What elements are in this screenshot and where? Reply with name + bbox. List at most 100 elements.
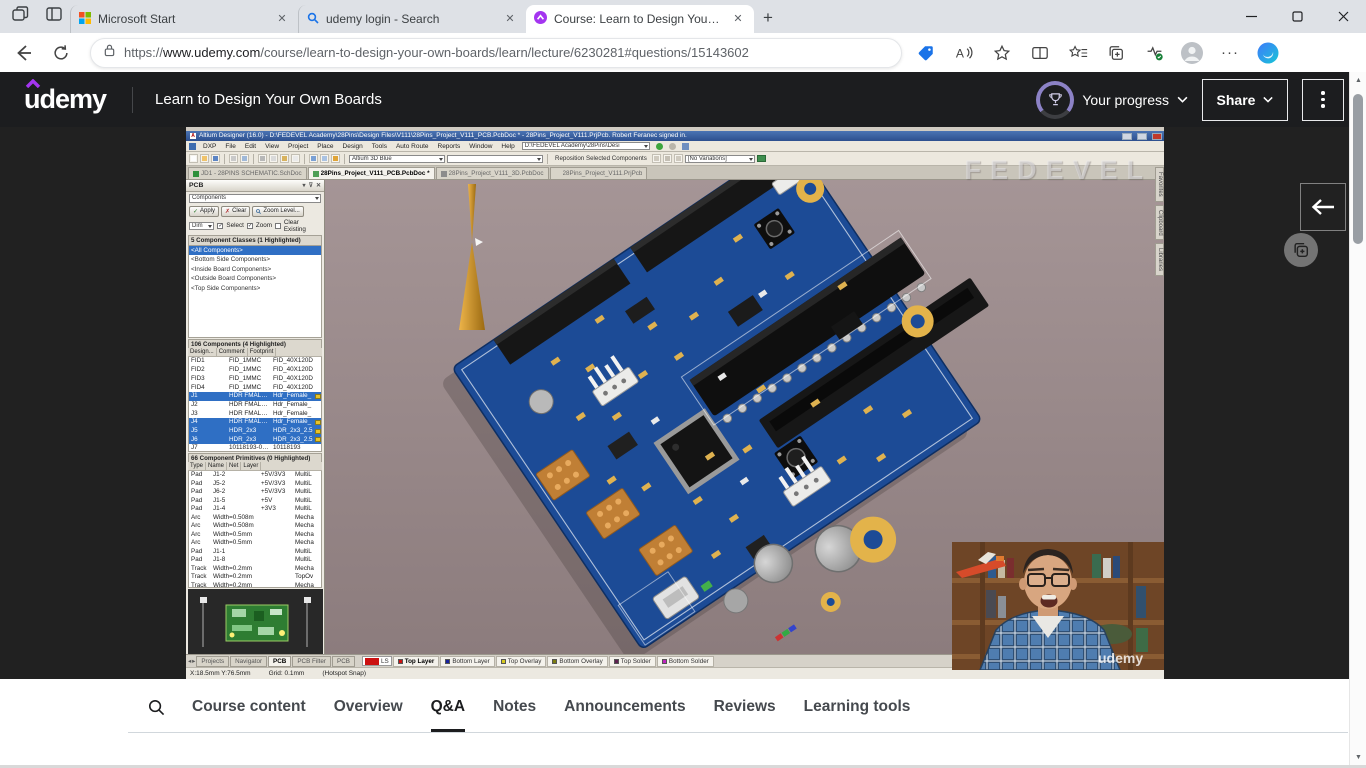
workspace-panel-tab[interactable]: Navigator — [230, 656, 267, 667]
zoom-level-button[interactable]: Zoom Level... — [252, 206, 303, 217]
shopping-tag-icon[interactable] — [912, 39, 940, 67]
pcb-panel-header[interactable]: PCB ▾ ⊽ ✕ — [186, 180, 324, 192]
close-button[interactable] — [1320, 0, 1366, 33]
column-header[interactable]: Comment — [217, 348, 248, 356]
profile-avatar[interactable] — [1178, 39, 1206, 67]
menu-item[interactable]: View — [264, 143, 280, 150]
minimize-button[interactable] — [1228, 0, 1274, 33]
recent-path-combo[interactable]: D:\FEDEVEL Academy\28Pins\Desi — [522, 142, 650, 150]
select-checkbox[interactable]: ✓ — [217, 223, 223, 229]
component-row[interactable]: FID1FID_1MMCFID_40X120D — [189, 357, 321, 366]
right-panel-tab[interactable]: Favorites — [1155, 167, 1164, 202]
column-header[interactable]: Name — [206, 462, 227, 470]
component-row[interactable]: J4HDR FMALE 1Hdr_Female_ — [189, 418, 321, 427]
settings-more-icon[interactable]: ··· — [1216, 39, 1244, 67]
course-nav-tab[interactable]: Q&A — [417, 679, 479, 732]
video-player[interactable]: A Altium Designer (16.0) - D:\FEDEVEL Ac… — [0, 127, 1366, 679]
component-row[interactable]: J3HDR FMALE 1Hdr_Female_ — [189, 410, 321, 419]
primitive-row[interactable]: PadJ5-2+5V/3V3MultiL — [189, 480, 321, 489]
layer-set-chip[interactable]: LS — [362, 656, 392, 666]
document-tab[interactable]: JD1 - 28PINS SCHEMATIC.SchDoc — [188, 167, 307, 179]
primitive-row[interactable]: TrackWidth=0.2mmMecha — [189, 565, 321, 574]
workspace-panel-tab[interactable]: Projects — [196, 656, 229, 667]
filter-combo[interactable] — [447, 155, 543, 163]
browser-tab-microsoft-start[interactable]: Microsoft Start ✕ — [70, 5, 298, 33]
primitive-row[interactable]: PadJ6-2+5V/3V3MultiL — [189, 488, 321, 497]
menu-item[interactable]: Project — [287, 143, 309, 150]
clear-existing-checkbox[interactable] — [275, 223, 281, 229]
split-screen-icon[interactable] — [1026, 39, 1054, 67]
scroll-down-icon[interactable]: ▼ — [1350, 754, 1366, 761]
maximize-button[interactable] — [1274, 0, 1320, 33]
your-progress-menu[interactable]: Your progress — [1036, 81, 1188, 119]
component-row[interactable]: FID2FID_1MMCFID_40X120D — [189, 366, 321, 375]
favorite-star-icon[interactable] — [988, 39, 1016, 67]
layer-tab[interactable]: Top Solder — [609, 656, 656, 667]
primitive-row[interactable]: TrackWidth=0.2mmMecha — [189, 582, 321, 588]
component-class-item[interactable]: <Top Side Components> — [189, 284, 321, 294]
primitive-row[interactable]: ArcWidth=0.5mmMecha — [189, 539, 321, 548]
scroll-right-icon[interactable]: ▸ — [192, 658, 195, 665]
new-tab-button[interactable]: + — [754, 5, 782, 33]
expand-course-content-button[interactable] — [1300, 183, 1346, 231]
browser-tab-udemy-login-search[interactable]: udemy login - Search ✕ — [298, 5, 526, 33]
panel-pin-icon[interactable]: ⊽ — [309, 182, 313, 189]
scroll-left-icon[interactable]: ◂ — [188, 658, 191, 665]
component-row[interactable]: J1HDR FMALE 1Hdr_Female_ — [189, 392, 321, 401]
column-header[interactable]: Footprint — [248, 348, 277, 356]
back-icon[interactable] — [8, 38, 38, 68]
primitive-row[interactable]: PadJ1-1MultiL — [189, 548, 321, 557]
component-row[interactable]: J5HDR_2x3HDR_2x3_2.5 — [189, 427, 321, 436]
component-class-item[interactable]: <Inside Board Components> — [189, 265, 321, 275]
collections-icon[interactable] — [1102, 39, 1130, 67]
component-class-item[interactable]: <All Components> — [189, 246, 321, 256]
site-permissions-lock-icon[interactable] — [103, 43, 116, 62]
screenshot-capture-button[interactable] — [1284, 233, 1318, 267]
column-header[interactable]: Type — [188, 462, 206, 470]
course-nav-tab[interactable]: Learning tools — [790, 679, 925, 732]
workspace-panel-tab[interactable]: PCB Filter — [292, 656, 331, 667]
panel-menu-icon[interactable]: ▾ — [303, 182, 306, 189]
view-style-combo[interactable]: Altium 3D Blue — [349, 155, 445, 163]
menu-item[interactable]: Window — [468, 143, 493, 150]
scroll-up-icon[interactable]: ▲ — [1350, 77, 1366, 84]
primitive-row[interactable]: PadJ1-4+3V3MultiL — [189, 505, 321, 514]
primitive-row[interactable]: ArcWidth=0.508mMecha — [189, 522, 321, 531]
tab-actions-icon[interactable] — [44, 4, 64, 29]
address-bar[interactable]: https://www.udemy.com/course/learn-to-de… — [90, 38, 902, 68]
primitive-row[interactable]: PadJ1-5+5VMultiL — [189, 497, 321, 506]
refresh-icon[interactable] — [46, 38, 76, 68]
menu-item[interactable]: Auto Route — [395, 143, 430, 150]
course-nav-tab[interactable]: Notes — [479, 679, 550, 732]
menu-item[interactable]: Help — [500, 143, 515, 150]
right-panel-tab[interactable]: Clipboard — [1155, 205, 1164, 241]
menu-item[interactable]: Place — [316, 143, 334, 150]
component-row[interactable]: J2HDR FMALE 1Hdr_Female_ — [189, 401, 321, 410]
column-header[interactable]: Net — [227, 462, 241, 470]
layer-tab[interactable]: Top Overlay — [496, 656, 547, 667]
clear-button[interactable]: ✗Clear — [221, 206, 250, 217]
zoom-checkbox[interactable]: ✓ — [247, 223, 253, 229]
apply-button[interactable]: ✓Apply — [189, 206, 219, 217]
component-class-item[interactable]: <Outside Board Components> — [189, 274, 321, 284]
tab-close-icon[interactable]: ✕ — [274, 11, 290, 27]
workspaces-icon[interactable] — [10, 4, 30, 29]
component-row[interactable]: FID3FID_1MMCFID_40X120D — [189, 375, 321, 384]
page-scrollbar[interactable]: ▲ ▼ — [1349, 72, 1366, 768]
component-class-item[interactable]: <Bottom Side Components> — [189, 255, 321, 265]
menu-item[interactable]: Reports — [437, 143, 462, 150]
primitive-row[interactable]: ArcWidth=0.508mMecha — [189, 514, 321, 523]
right-panel-tab[interactable]: Libraries — [1155, 243, 1164, 276]
course-nav-tab[interactable]: Announcements — [550, 679, 699, 732]
search-icon[interactable] — [148, 699, 165, 721]
workspace-panel-tab[interactable]: PCB — [268, 656, 291, 667]
document-tab[interactable]: 28Pins_Project_V111_3D.PcbDoc — [436, 167, 549, 179]
udemy-logo[interactable]: udemy — [24, 84, 106, 115]
menu-item[interactable]: Tools — [371, 143, 388, 150]
tab-close-icon[interactable]: ✕ — [502, 11, 518, 27]
component-row[interactable]: J6HDR_2x3HDR_2x3_2.5 — [189, 436, 321, 445]
component-row[interactable]: FID4FID_1MMCFID_40X120D — [189, 384, 321, 393]
primitive-row[interactable]: PadJ1-2+5V/3V3MultiL — [189, 471, 321, 480]
course-options-kebab-button[interactable] — [1302, 79, 1344, 121]
course-title[interactable]: Learn to Design Your Own Boards — [155, 91, 382, 108]
